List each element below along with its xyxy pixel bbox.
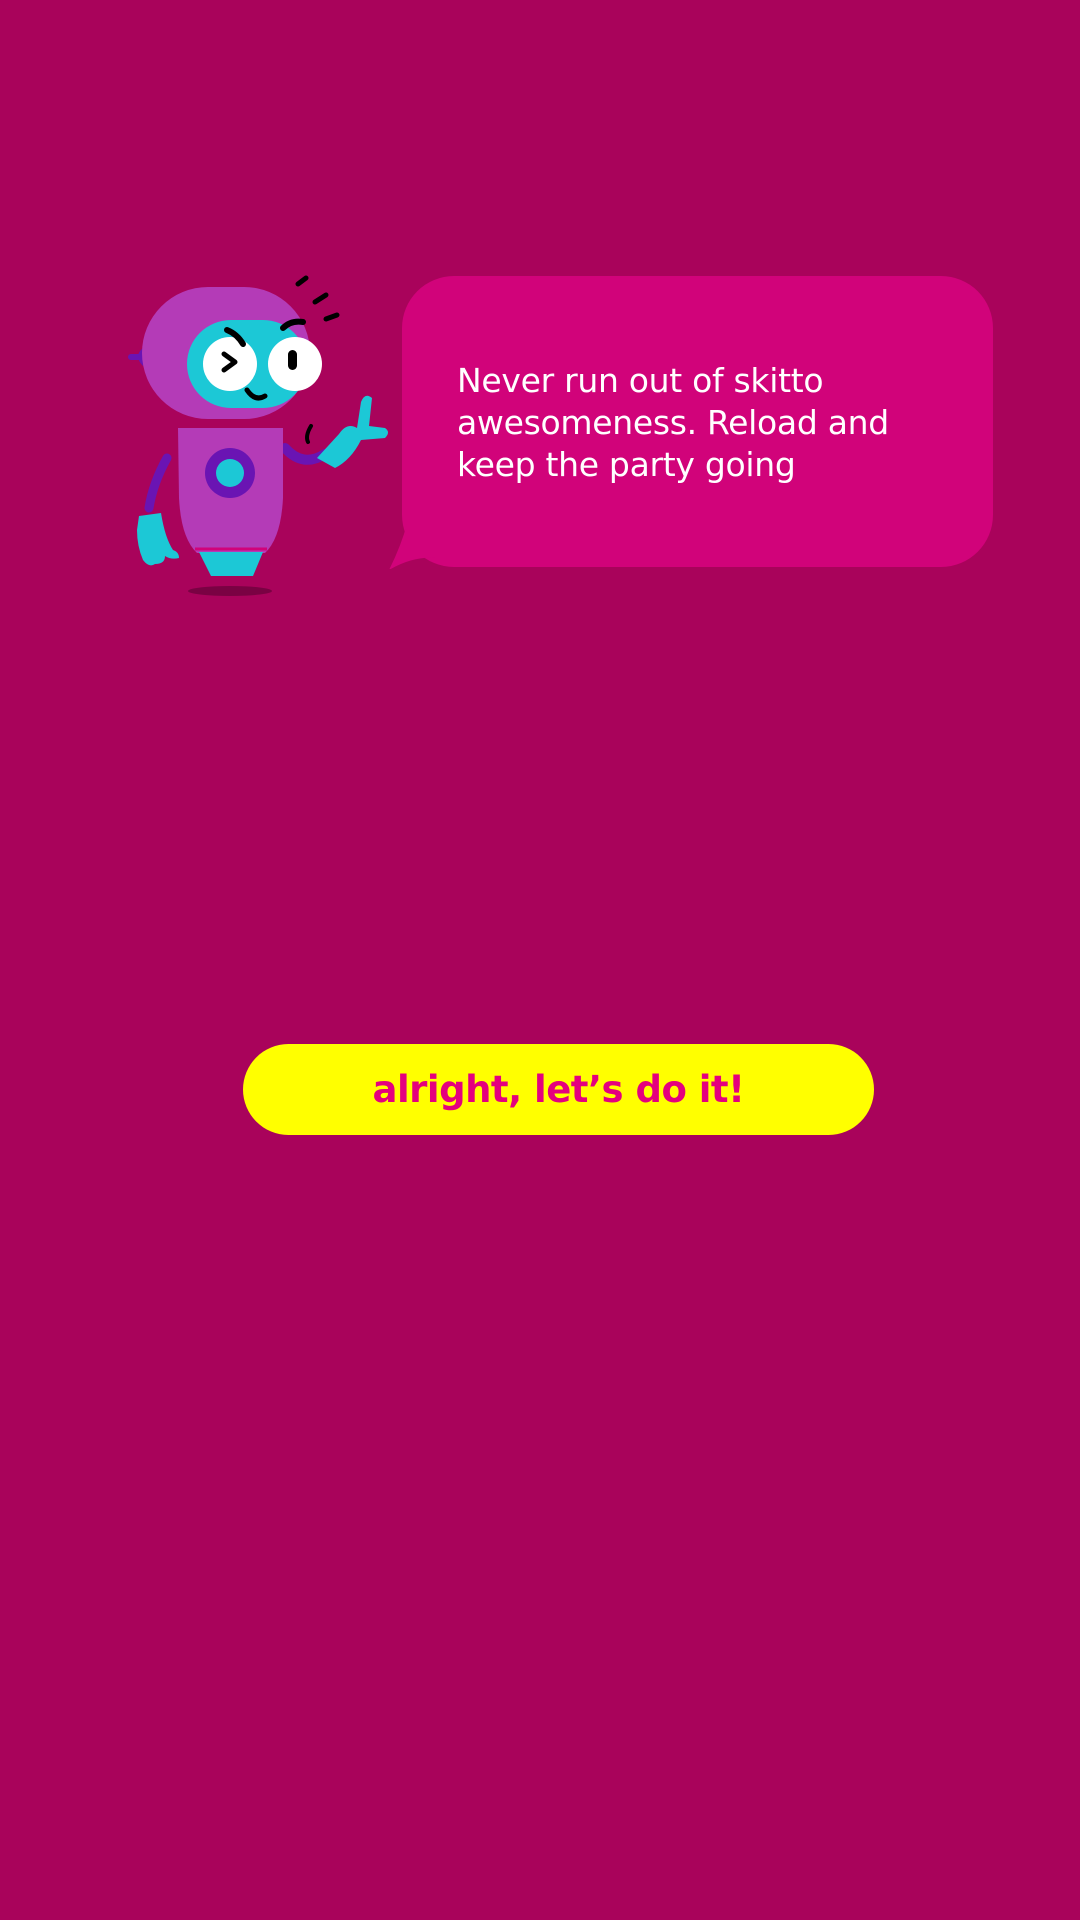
speech-bubble-message: Never run out of skitto awesomeness. Rel… bbox=[457, 361, 889, 484]
lets-do-it-button[interactable]: alright, let’s do it! bbox=[243, 1044, 874, 1135]
robot-mascot-icon bbox=[125, 268, 395, 603]
onboarding-screen: Never run out of skitto awesomeness. Rel… bbox=[0, 0, 1080, 1920]
speech-bubble: Never run out of skitto awesomeness. Rel… bbox=[385, 276, 993, 569]
